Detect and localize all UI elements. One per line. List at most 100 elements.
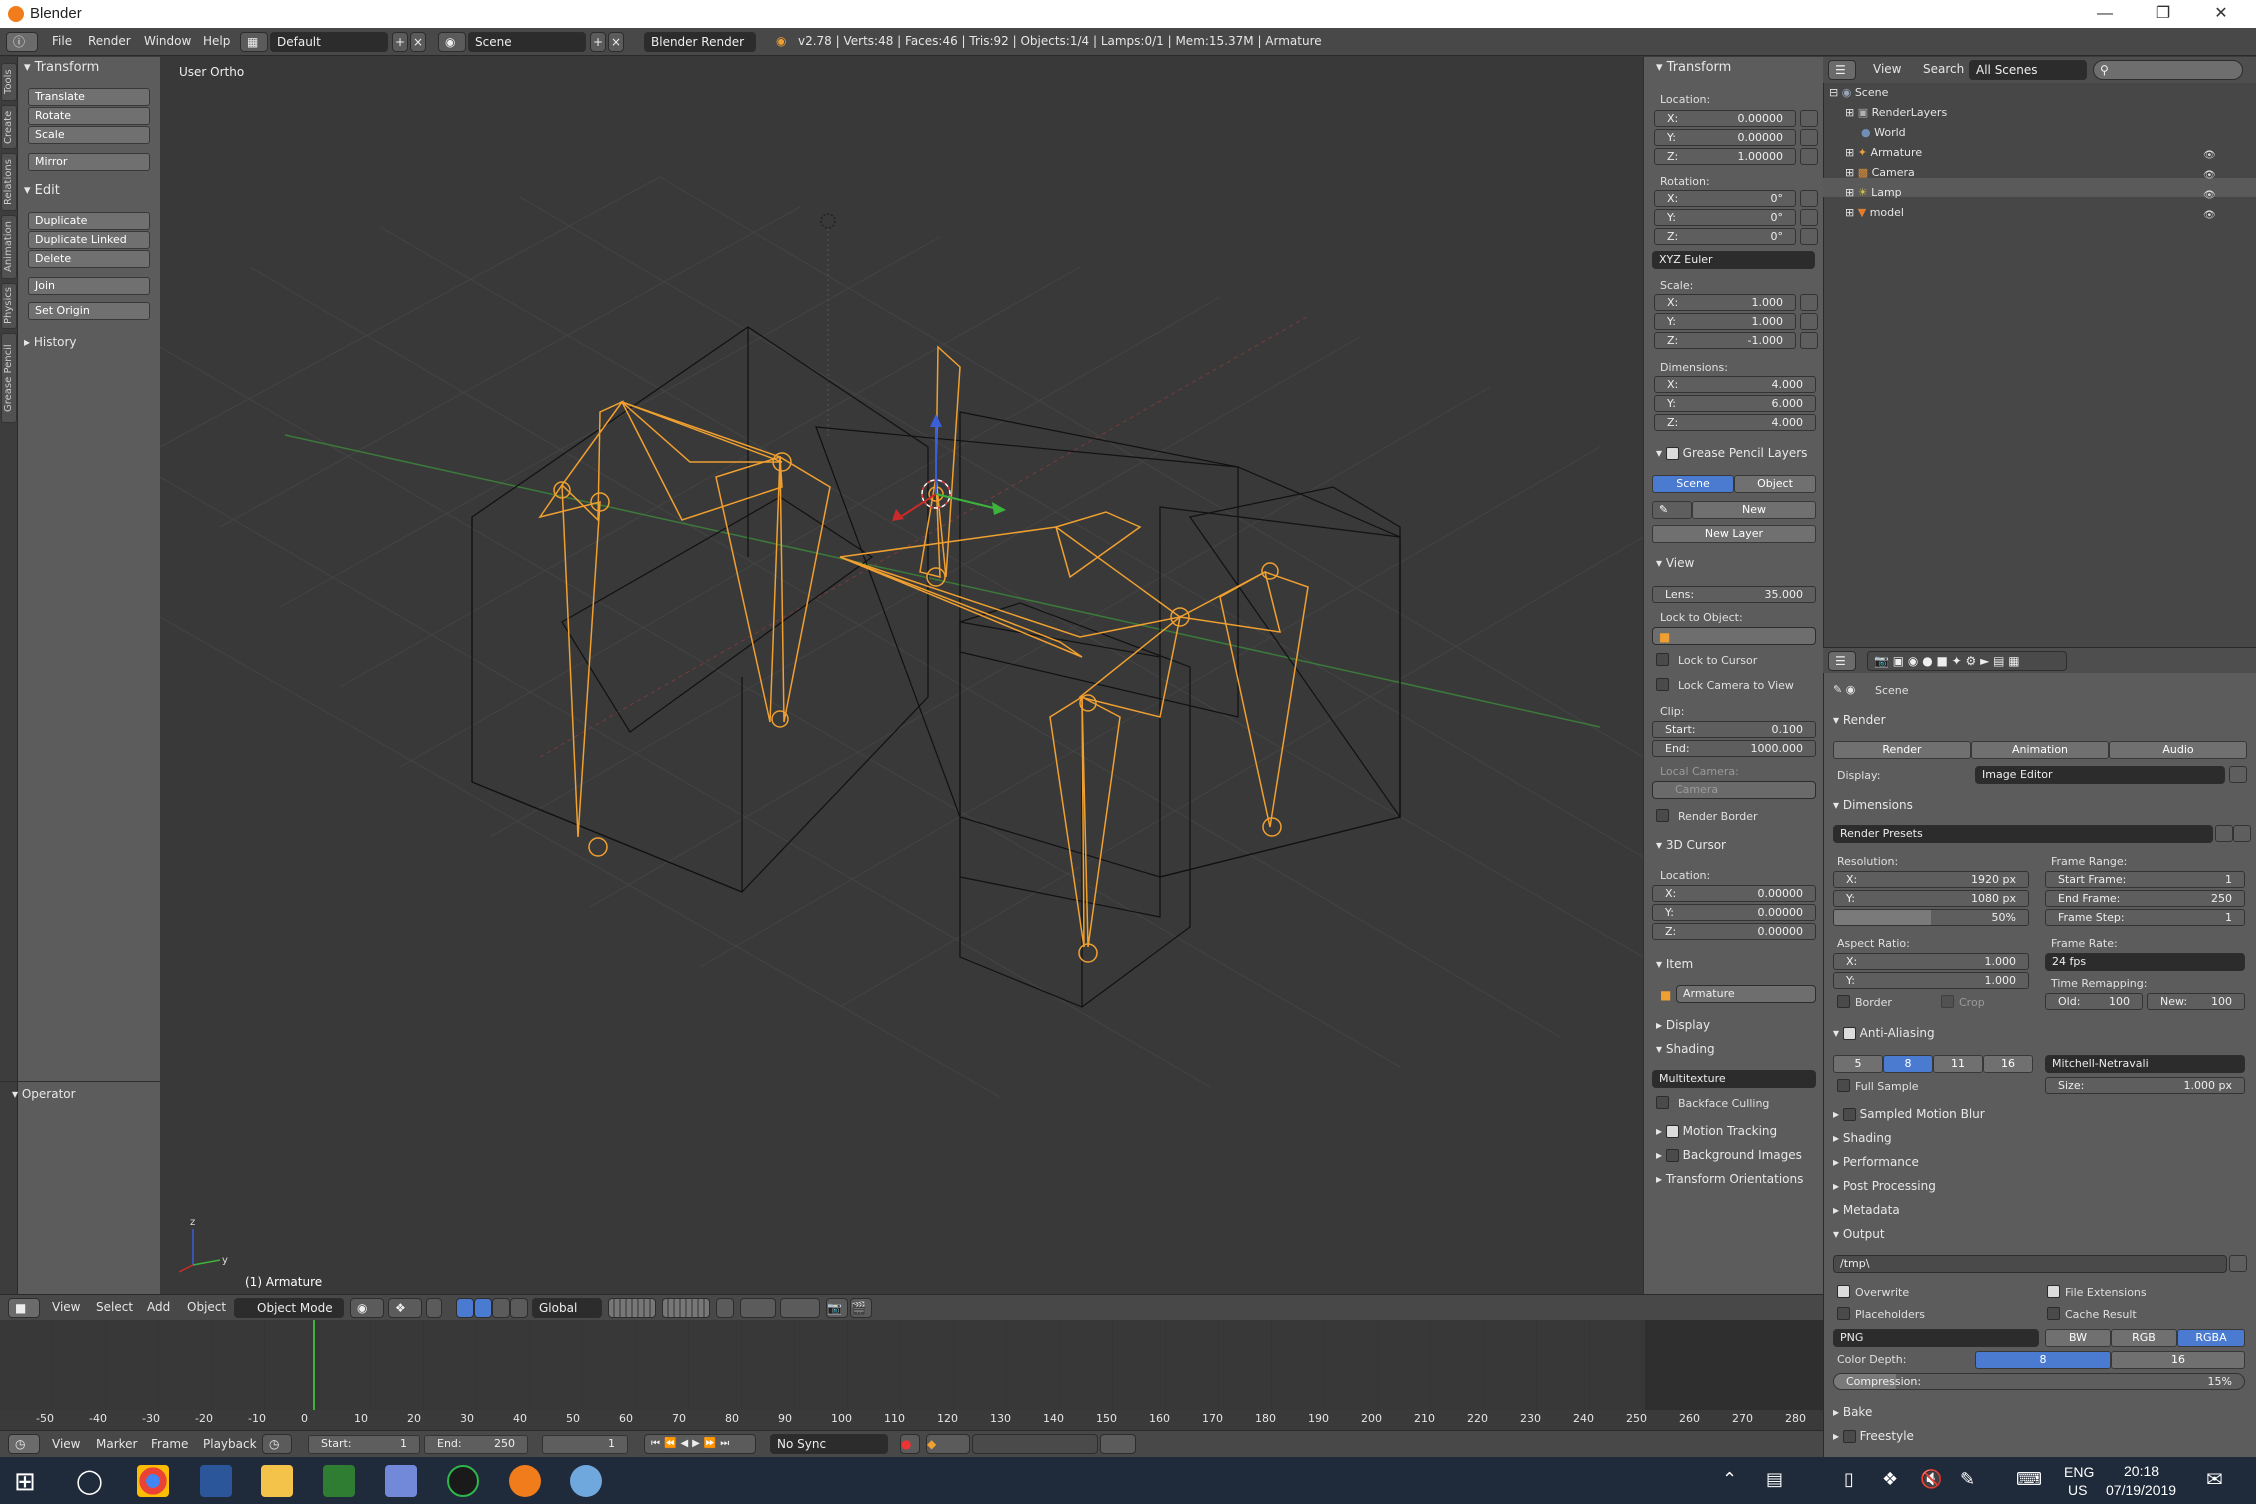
outliner-row-camera[interactable]: ⊞ ▩ Camera <box>1845 166 1915 179</box>
translate-manipulator-icon[interactable] <box>474 1298 492 1318</box>
cache-result-checkbox[interactable] <box>2047 1307 2060 1320</box>
close-button[interactable]: ✕ <box>2198 0 2244 28</box>
input-language[interactable]: ENG <box>2064 1464 2094 1480</box>
preview-range-icon[interactable]: ◷ <box>262 1434 292 1454</box>
outliner-row-armature[interactable]: ⊞ ✦ Armature <box>1845 146 1922 159</box>
color-bw-toggle[interactable]: BW <box>2045 1329 2111 1347</box>
outliner-row-lamp[interactable]: ⊞ ☀ Lamp <box>1845 186 1902 199</box>
cortana-icon[interactable]: ◯ <box>76 1467 103 1495</box>
menu-render[interactable]: Render <box>88 34 131 48</box>
manipulator-icon[interactable] <box>456 1298 474 1318</box>
metadata-header[interactable]: ▸ Metadata <box>1833 1203 1900 1217</box>
lock-icon[interactable] <box>1800 190 1818 207</box>
edit-panel-header[interactable]: ▾ Edit <box>24 183 60 198</box>
n-transform-header[interactable]: ▾ Transform <box>1656 60 1731 75</box>
tab-animation[interactable]: Animation <box>1 215 17 279</box>
render-border-checkbox[interactable] <box>1656 809 1669 822</box>
clock-time[interactable]: 20:18 <box>2124 1463 2159 1479</box>
tab-relations[interactable]: Relations <box>1 153 17 211</box>
display-selector[interactable]: Image Editor <box>1975 766 2225 784</box>
cursor-x-field[interactable]: X: 0.00000 <box>1652 885 1816 902</box>
color-rgb-toggle[interactable]: RGB <box>2111 1329 2177 1347</box>
operator-panel-header[interactable]: ▾ Operator <box>12 1087 76 1101</box>
render-audio-button[interactable]: Audio <box>2109 741 2247 759</box>
start-frame-field[interactable]: Start Frame: 1 <box>2045 871 2245 888</box>
aa-samples-8[interactable]: 8 <box>1883 1055 1933 1073</box>
motion-blur-checkbox[interactable] <box>1842 1108 1856 1121</box>
proportional-edit-icon[interactable] <box>740 1298 776 1318</box>
outliner-display-selector[interactable]: All Scenes <box>1969 60 2087 80</box>
outliner-search-field[interactable]: ⚲ <box>2093 60 2243 80</box>
editor-type-icon[interactable]: ⓘ <box>6 32 38 52</box>
timeline-playback-menu[interactable]: Playback <box>203 1437 257 1451</box>
clock-date[interactable]: 07/19/2019 <box>2106 1482 2176 1498</box>
tray-app-icon[interactable]: ▤ <box>1766 1469 1783 1490</box>
add-scene-button[interactable]: + <box>590 32 606 52</box>
crop-checkbox[interactable] <box>1941 995 1954 1008</box>
lock-icon[interactable] <box>1800 332 1818 349</box>
scale-x-field[interactable]: X: 1.000 <box>1654 294 1796 311</box>
maximize-button[interactable]: ❐ <box>2140 0 2186 28</box>
join-button[interactable]: Join <box>28 277 150 295</box>
output-path-field[interactable]: /tmp\ <box>1833 1255 2227 1273</box>
input-region[interactable]: US <box>2068 1482 2087 1498</box>
filter-size-field[interactable]: Size: 1.000 px <box>2045 1077 2245 1094</box>
render-engine-selector[interactable]: Blender Render <box>644 32 756 52</box>
backface-checkbox[interactable] <box>1656 1096 1669 1109</box>
add-preset-icon[interactable] <box>2215 825 2233 842</box>
word-icon[interactable] <box>200 1465 232 1497</box>
dimensions-panel-header[interactable]: ▾ Dimensions <box>1833 798 1913 812</box>
timeline-editor[interactable]: -50 -40 -30 -20 -10 0 10 20 30 40 50 60 70 80 90 100 110… <box>0 1320 1823 1430</box>
rotation-x-field[interactable]: X: 0° <box>1654 190 1796 207</box>
dimensions-x-field[interactable]: X: 4.000 <box>1654 376 1816 393</box>
anti-aliasing-checkbox[interactable] <box>1842 1027 1856 1040</box>
shading-mode-selector[interactable]: Multitexture <box>1652 1070 1816 1088</box>
menu-window[interactable]: Window <box>144 34 191 48</box>
mirror-button[interactable]: Mirror <box>28 153 150 171</box>
location-z-field[interactable]: Z: 1.00000 <box>1654 148 1796 165</box>
add-layout-button[interactable]: + <box>392 32 408 52</box>
frame-step-field[interactable]: Frame Step: 1 <box>2045 909 2245 926</box>
end-frame-field[interactable]: End Frame: 250 <box>2045 890 2245 907</box>
pivot-point-icon[interactable]: ❖ <box>388 1298 422 1318</box>
render-presets-selector[interactable]: Render Presets <box>1833 825 2213 843</box>
gp-new-layer-button[interactable]: New Layer <box>1652 525 1816 543</box>
clip-end-field[interactable]: End: 1000.000 <box>1652 740 1816 757</box>
app-icon[interactable] <box>447 1465 479 1497</box>
sync-mode-selector[interactable]: No Sync <box>770 1434 888 1454</box>
aspect-x-field[interactable]: X: 1.000 <box>1833 953 2029 970</box>
motion-blur-header[interactable]: ▸ Sampled Motion Blur <box>1833 1107 1985 1121</box>
performance-header[interactable]: ▸ Performance <box>1833 1155 1919 1169</box>
frame-rate-selector[interactable]: 24 fps <box>2045 953 2245 971</box>
lock-icon[interactable] <box>1800 129 1818 146</box>
freestyle-header[interactable]: ▸ Freestyle <box>1833 1429 1914 1443</box>
tab-grease-pencil[interactable]: Grease Pencil <box>1 333 17 423</box>
outliner-editor-icon[interactable]: ☰ <box>1828 60 1856 80</box>
expand-icon[interactable]: ⊞ <box>1845 186 1854 199</box>
timeline-marker-menu[interactable]: Marker <box>96 1437 137 1451</box>
layers-icon[interactable] <box>426 1298 442 1318</box>
gp-object-toggle[interactable]: Object <box>1734 475 1816 493</box>
file-format-selector[interactable]: PNG <box>1833 1329 2039 1347</box>
dimensions-y-field[interactable]: Y: 6.000 <box>1654 395 1816 412</box>
record-icon[interactable]: ● <box>900 1434 920 1454</box>
visibility-icons[interactable]: 👁 👁 👁 👁 <box>2203 146 2216 226</box>
rotation-mode-selector[interactable]: XYZ Euler <box>1652 251 1815 269</box>
grease-pencil-checkbox[interactable] <box>1665 447 1679 460</box>
anti-aliasing-header[interactable]: ▾ Anti-Aliasing <box>1833 1026 1935 1040</box>
location-x-field[interactable]: X: 0.00000 <box>1654 110 1796 127</box>
battery-icon[interactable]: ▯ <box>1844 1469 1854 1490</box>
menu-file[interactable]: File <box>52 34 72 48</box>
expand-icon[interactable]: ⊞ <box>1845 146 1854 159</box>
aa-filter-selector[interactable]: Mitchell-Netravali <box>2045 1055 2245 1073</box>
timeline-editor-icon[interactable]: ◷ <box>8 1434 40 1454</box>
background-images-header[interactable]: ▸ Background Images <box>1656 1148 1802 1162</box>
gp-pencil-icon[interactable]: ✎ <box>1652 501 1692 519</box>
lock-icon[interactable] <box>1800 228 1818 245</box>
lock-icon[interactable] <box>1800 294 1818 311</box>
translate-button[interactable]: Translate <box>28 88 150 106</box>
layout-selector[interactable]: Default <box>270 32 388 52</box>
file-extensions-checkbox[interactable] <box>2047 1285 2060 1298</box>
time-new-field[interactable]: New: 100 <box>2147 993 2245 1010</box>
properties-context-tabs[interactable]: 📷 ▣ ◉ ● ■ ✦ ⚙ ► ▤ ▦ <box>1867 651 2067 671</box>
